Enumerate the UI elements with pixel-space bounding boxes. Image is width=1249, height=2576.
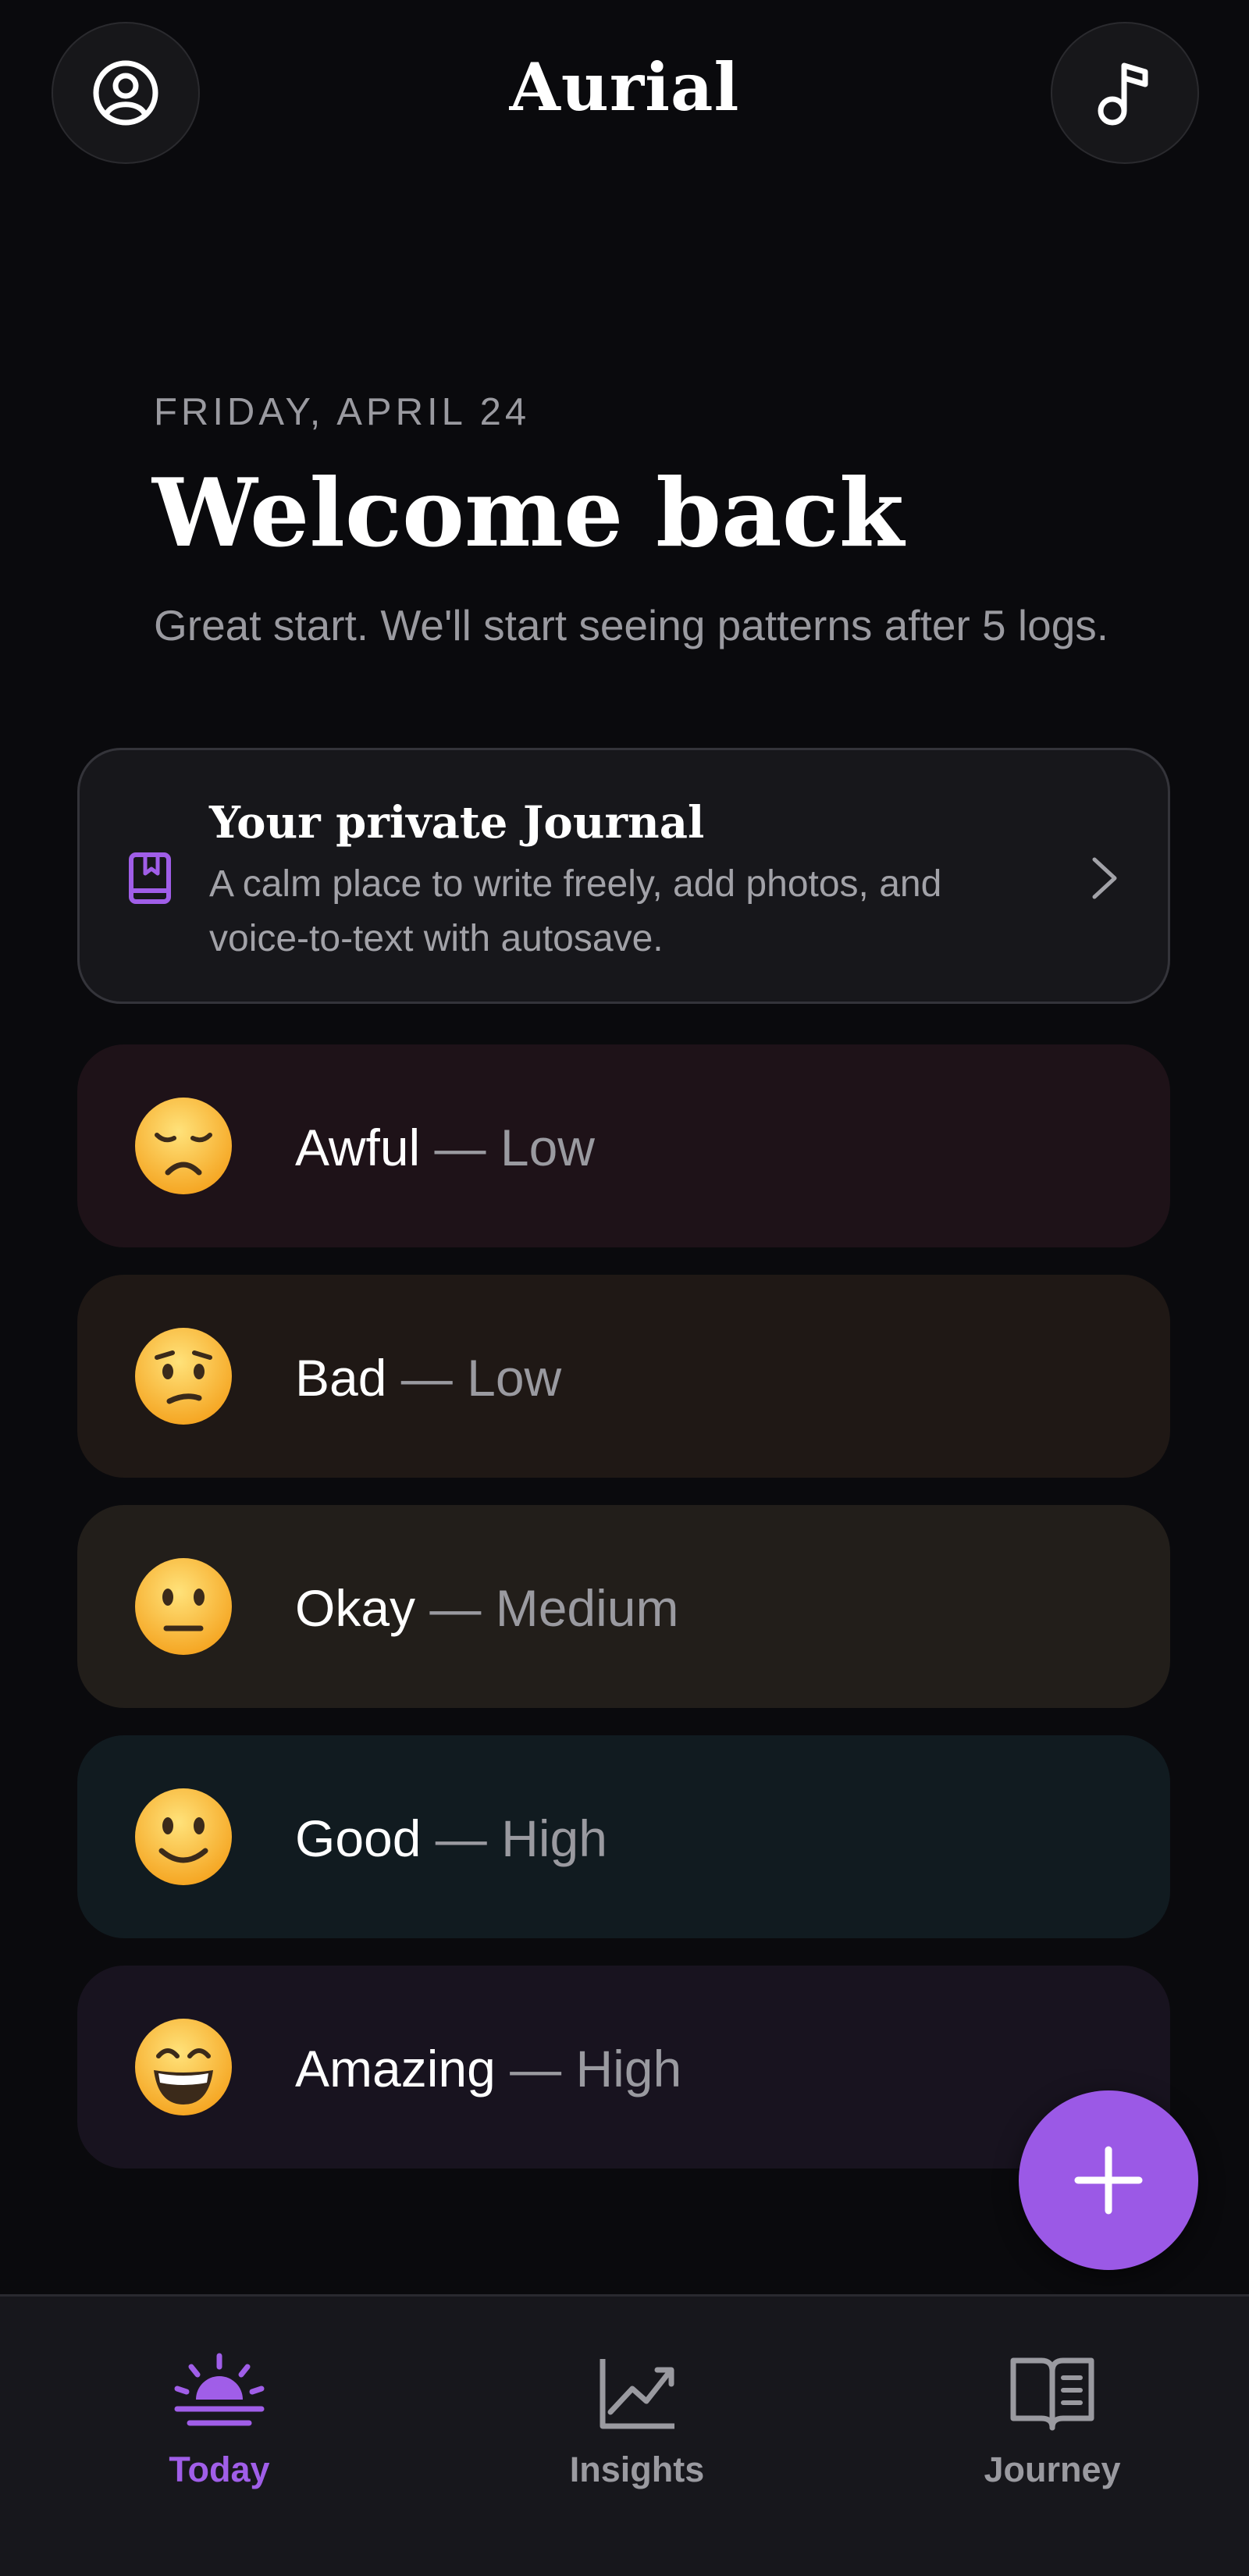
mood-option-amazing[interactable]: Amazing — High	[77, 1966, 1170, 2169]
music-note-icon	[1098, 62, 1148, 126]
mood-label: Okay	[295, 1579, 416, 1637]
mood-option-good[interactable]: Good — High	[77, 1735, 1170, 1938]
mood-separator: —	[421, 1809, 502, 1867]
nav-label-journey: Journey	[984, 2450, 1121, 2489]
mood-label: Awful	[295, 1119, 421, 1176]
neutral-face-icon	[135, 1558, 232, 1655]
mood-level: High	[575, 2040, 682, 2097]
mood-option-okay[interactable]: Okay — Medium	[77, 1505, 1170, 1708]
mood-separator: —	[386, 1349, 468, 1407]
nav-label-today: Today	[169, 2450, 270, 2489]
sunrise-icon	[174, 2353, 265, 2426]
welcome-heading: Welcome back	[152, 458, 904, 568]
plus-icon	[1074, 2146, 1143, 2215]
slightly-smiling-face-icon	[135, 1788, 232, 1885]
nav-tab-today[interactable]: Today	[63, 2297, 375, 2576]
mood-option-awful[interactable]: Awful — Low	[77, 1044, 1170, 1247]
welcome-subtext: Great start. We'll start seeing patterns…	[154, 601, 1109, 649]
chart-line-icon	[600, 2359, 674, 2429]
mood-level: High	[501, 1809, 607, 1867]
journal-card[interactable]: Your private Journal A calm place to wri…	[77, 748, 1170, 1004]
mood-label: Bad	[295, 1349, 387, 1407]
bottom-nav: Today Insights Journey	[0, 2294, 1249, 2576]
book-icon	[129, 852, 171, 904]
mood-option-bad[interactable]: Bad — Low	[77, 1275, 1170, 1478]
confused-face-icon	[135, 1328, 232, 1425]
nav-tab-journey[interactable]: Journey	[896, 2297, 1208, 2576]
nav-label-insights: Insights	[569, 2450, 705, 2489]
mood-separator: —	[495, 2040, 576, 2097]
grinning-face-icon	[135, 2019, 232, 2115]
date-label: FRIDAY, APRIL 24	[154, 391, 531, 433]
mood-label: Amazing	[295, 2040, 496, 2097]
journal-description: A calm place to write freely, add photos…	[209, 863, 942, 959]
mood-separator: —	[415, 1579, 496, 1637]
music-button[interactable]	[1051, 22, 1199, 164]
disappointed-face-icon	[135, 1098, 232, 1194]
nav-tab-insights[interactable]: Insights	[481, 2297, 793, 2576]
mood-separator: —	[420, 1119, 500, 1176]
mood-level: Low	[500, 1119, 595, 1176]
app-header: Aurial	[0, 0, 1249, 187]
mood-level: Medium	[495, 1579, 679, 1637]
mood-level: Low	[467, 1349, 562, 1407]
chevron-right-icon	[1092, 857, 1117, 899]
journal-title: Your private Journal	[209, 797, 705, 849]
mood-label: Good	[295, 1809, 422, 1867]
add-entry-button[interactable]	[1019, 2090, 1198, 2270]
open-book-icon	[1010, 2357, 1094, 2431]
